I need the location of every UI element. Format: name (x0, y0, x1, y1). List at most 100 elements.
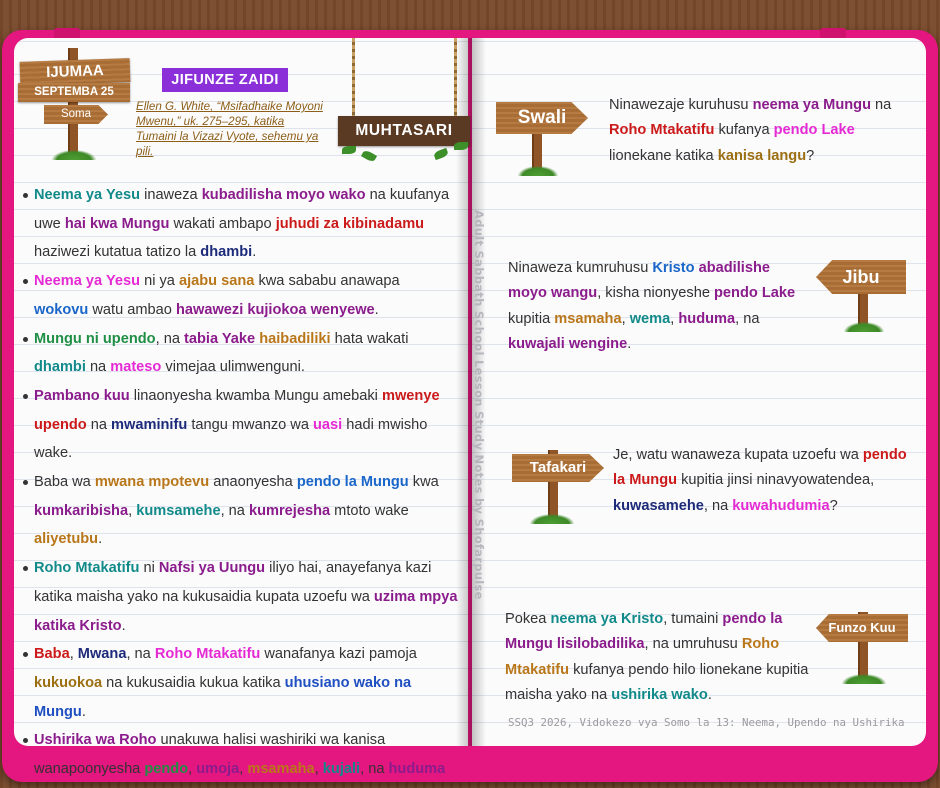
footer-note: SSQ3 2026, Vidokezo vya Somo la 13: Neem… (508, 716, 905, 729)
text-run: na (85, 359, 111, 376)
highlight-text: mwana mpotevu (94, 474, 210, 491)
highlight-text: Roho Mtakatifu (34, 560, 140, 577)
highlight-text: msamaha (554, 310, 622, 327)
text-run: Ninawezaje kuruhusu (609, 97, 753, 113)
highlight-text: kuwasamehe (613, 497, 704, 514)
date-signpost: IJUMAA SEPTEMBA 25 Soma (18, 46, 134, 166)
highlight-text: kukuokoa (34, 674, 103, 691)
highlight-text: kanisa langu (717, 147, 807, 164)
highlight-text: msamaha (247, 761, 315, 778)
highlight-text: huduma (678, 310, 736, 327)
summary-list: Neema ya Yesu inaweza kubadilisha moyo w… (22, 181, 458, 788)
summary-bullet: Mungu ni upendo, na tabia Yake haibadili… (22, 325, 458, 382)
text-run: ni ya (140, 273, 179, 290)
highlight-text: Neema ya Yesu (34, 273, 141, 290)
highlight-text: kumkaribisha (34, 502, 129, 519)
summary-bullet: Baba, Mwana, na Roho Mtakatifu wanafanya… (22, 640, 458, 726)
text-run: , na (735, 310, 760, 327)
text-run: na (871, 97, 892, 113)
text-run: ni (139, 560, 159, 577)
highlight-text: dhambi (34, 359, 86, 376)
text-run: kwa sababu anawapa (254, 273, 400, 290)
highlight-text: pendo Lake (714, 285, 796, 302)
text-run: vimejaa ulimwenguni. (161, 359, 305, 376)
summary-bullet: Pambano kuu linaonyesha kwamba Mungu ame… (22, 382, 458, 468)
summary-bullet: Roho Mtakatifu ni Nafsi ya Uungu iliyo h… (22, 554, 458, 640)
highlight-text: uasi (313, 416, 343, 433)
text-run: kupitia jinsi ninavyowatendea, (677, 472, 875, 489)
highlight-text: kumsamehe (136, 502, 221, 519)
summary-bullet: Neema ya Yesu ni ya ajabu sana kwa sabab… (22, 267, 458, 324)
text-run: , na (703, 497, 733, 514)
reference-link[interactable]: Ellen G. White, “Msifadhaike Moyoni Mwen… (136, 99, 326, 159)
reflect-signpost: Tafakari (510, 446, 606, 528)
date-board: SEPTEMBA 25 (18, 83, 130, 102)
summary-bullet: Neema ya Yesu inaweza kubadilisha moyo w… (22, 181, 458, 267)
text-run: na (86, 416, 112, 433)
highlight-text: Neema ya Yesu (34, 187, 141, 203)
text-run: . (252, 244, 257, 261)
text-run: , na (155, 330, 184, 347)
answer-signpost: Jibu (814, 256, 910, 338)
highlight-text: Mungu ni upendo (34, 330, 156, 347)
highlight-text: dhambi (200, 244, 253, 261)
text-run: . (374, 301, 379, 318)
highlight-text: neema ya Mungu (752, 97, 871, 113)
day-board: IJUMAA (19, 58, 131, 86)
text-run: , (621, 310, 630, 327)
highlight-text: Ushirika wa Roho (34, 732, 157, 749)
highlight-text: juhudi za kibinadamu (275, 215, 425, 232)
highlight-text: umoja (196, 761, 240, 778)
section-tag: JIFUNZE ZAIDI (162, 68, 288, 92)
highlight-text: ushirika wako (611, 687, 708, 704)
text-run: , kisha nionyeshe (597, 285, 715, 302)
lesson-sign-label: Funzo Kuu (816, 614, 908, 642)
highlight-text: mateso (110, 359, 162, 376)
highlight-text: wema (629, 310, 671, 327)
text-run: . (98, 531, 103, 548)
highlight-text: tabia Yake (184, 330, 256, 347)
text-run: inaweza (140, 187, 202, 203)
text-run: wakati ambapo (169, 215, 276, 232)
text-run: mtoto wake (330, 502, 409, 519)
highlight-text: hawawezi kujiokoa wenyewe (175, 301, 375, 318)
answer-sign-label: Jibu (816, 260, 906, 294)
text-run: , tumaini (663, 611, 723, 627)
answer-text: Ninaweza kumruhusu Kristo abadilishe moy… (508, 256, 808, 358)
text-run: ? (829, 497, 838, 514)
text-run: tangu mwanzo wa (187, 416, 314, 433)
text-run: . (707, 687, 712, 704)
text-run: . (121, 617, 126, 634)
text-run: linaonyesha kwamba Mungu amebaki (129, 387, 382, 404)
text-run: Pokea (505, 611, 551, 627)
highlight-text: haibadiliki (259, 330, 331, 347)
highlight-text: aliyetubu (34, 531, 99, 548)
highlight-text: pendo (144, 761, 189, 778)
text-run: , (314, 761, 323, 778)
highlight-text: wokovu (34, 301, 89, 318)
highlight-text: ajabu sana (178, 273, 255, 290)
question-text: Ninawezaje kuruhusu neema ya Mungu na Ro… (609, 93, 909, 169)
spine-credit: Adult Sabbath School Lesson Study Notes … (472, 210, 486, 600)
reflect-sign-label: Tafakari (512, 454, 604, 482)
text-run: Je, watu wanaweza kupata uzoefu wa (613, 447, 863, 463)
question-sign-label: Swali (496, 102, 588, 134)
text-run: Baba wa (34, 474, 95, 491)
highlight-text: kumrejesha (248, 502, 331, 519)
highlight-text: mwaminifu (111, 416, 188, 433)
lesson-signpost: Funzo Kuu (814, 606, 910, 688)
summary-bullet: Baba wa mwana mpotevu anaonyesha pendo l… (22, 468, 458, 554)
text-run: , (128, 502, 137, 519)
summary-bullet: Ushirika wa Roho unakuwa halisi washirik… (22, 726, 458, 788)
text-run: , na (126, 646, 155, 663)
highlight-text: Roho Mtakatifu (609, 122, 715, 139)
text-run: ? (806, 147, 815, 164)
highlight-text: Kristo (652, 260, 695, 276)
highlight-text: pendo Lake (773, 122, 855, 139)
question-signpost: Swali (494, 98, 590, 180)
text-run: . (81, 703, 86, 720)
reflect-text: Je, watu wanaweza kupata uzoefu wa pendo… (613, 443, 913, 519)
highlight-text: Baba (34, 646, 70, 663)
text-run: hata wakati (330, 330, 409, 347)
text-run: , na umruhusu (644, 636, 742, 653)
